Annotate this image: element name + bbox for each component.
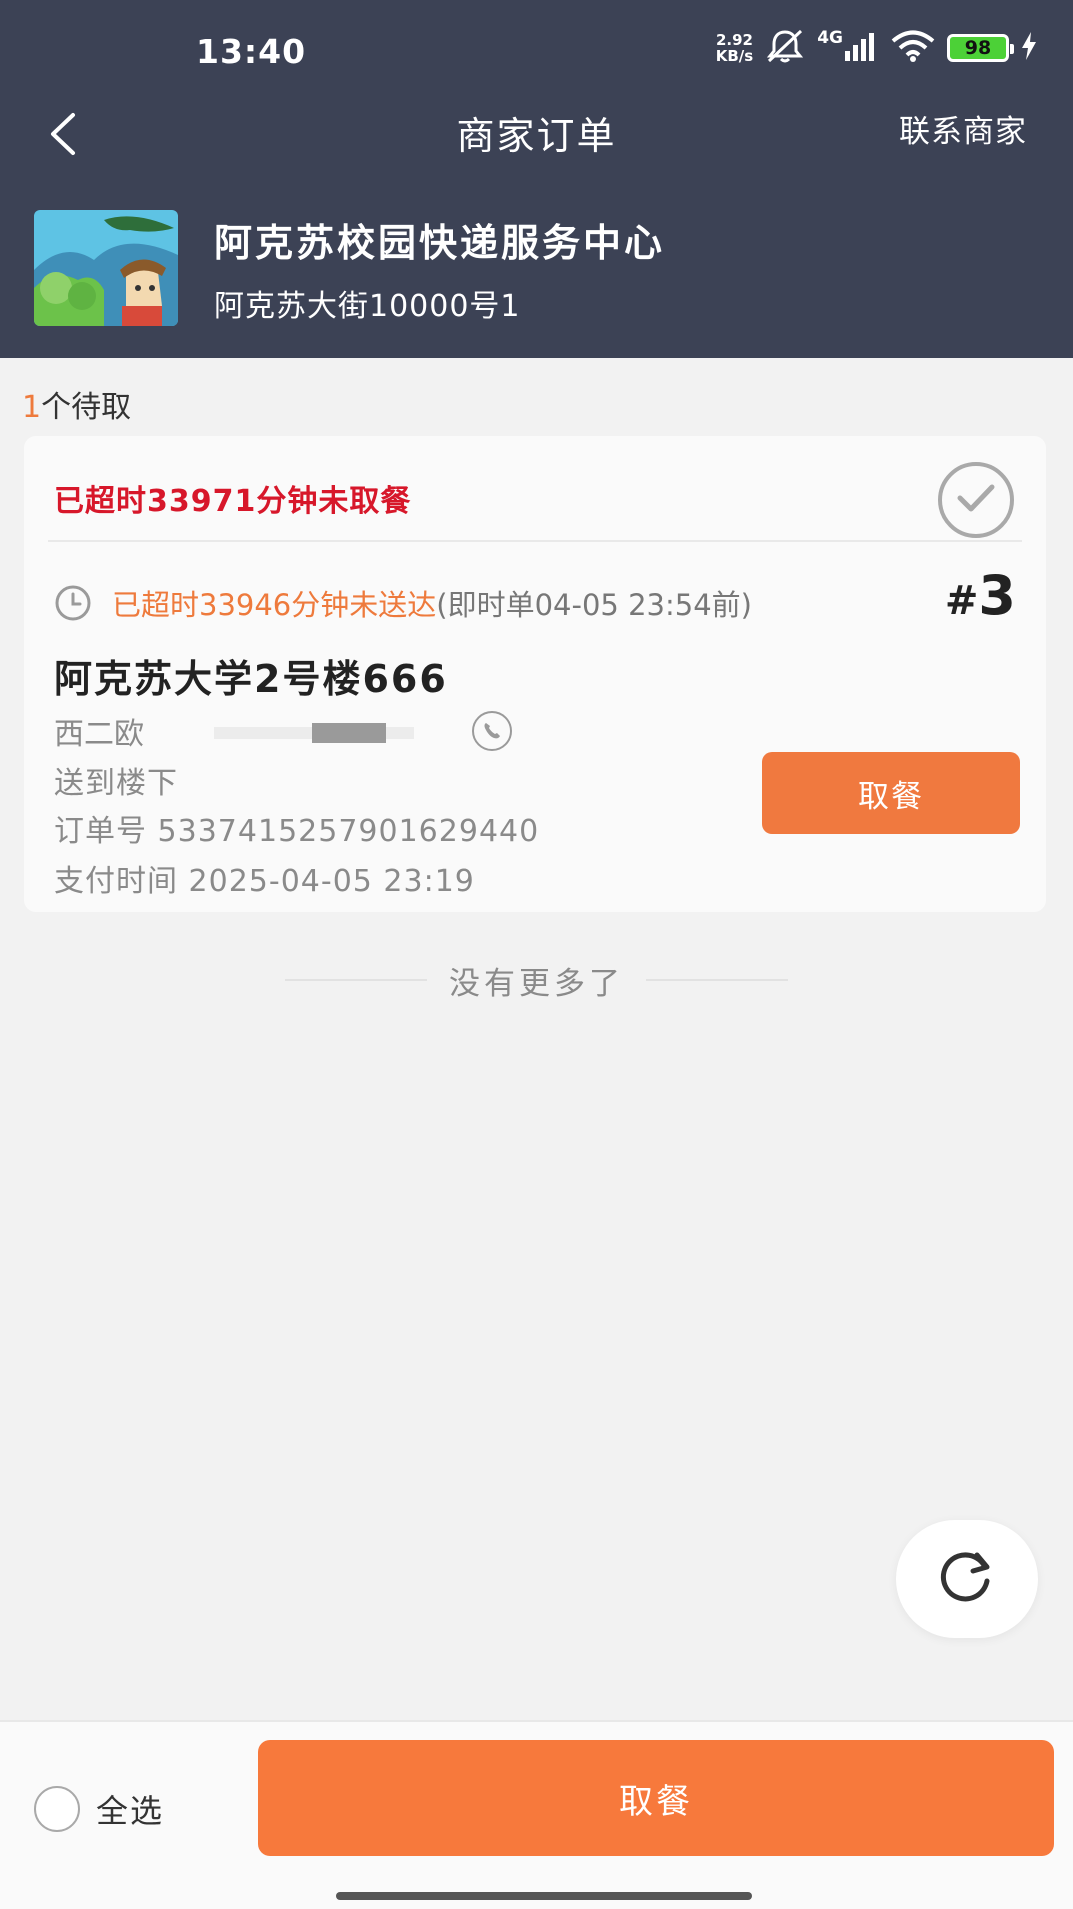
net-speed: 2.92 KB/s [716,32,753,64]
status-time: 13:40 [196,32,307,71]
overdue-delivery-warning: 已超时33946分钟未送达 [112,588,437,622]
list-end-indicator: 没有更多了 [0,958,1073,1002]
order-sequence-number: #3 [945,564,1016,627]
order-no-value: 5337415257901629440 [157,814,540,849]
pay-time-label: 支付时间 [54,864,178,899]
order-card: 已超时33971分钟未取餐 已超时33946分钟未送达 (即时单04-05 23… [24,436,1046,912]
order-number-line: 订单号 5337415257901629440 [54,806,539,850]
delivery-status-row: 已超时33946分钟未送达 (即时单04-05 23:54前) [54,580,752,626]
customer-name: 西二欧 [54,717,144,752]
list-end-line-right [646,979,788,981]
bottom-action-bar: 全选 取餐 [0,1720,1073,1909]
refresh-icon [937,1547,997,1611]
merchant-text: 阿克苏校园快递服务中心 阿克苏大街10000号1 [214,212,665,325]
card-divider [48,540,1022,542]
customer-row: 西二欧 [54,706,512,756]
delivery-address: 阿克苏大学2号楼666 [54,657,448,701]
pending-count-number: 1 [22,390,42,425]
masked-phone-number [214,721,414,743]
signal-icon [845,31,879,65]
select-all-radio[interactable] [34,1786,80,1832]
pending-count-label: 个待取 [41,390,132,425]
pay-time-value: 2025-04-05 23:19 [188,864,475,899]
order-number-value: 3 [978,564,1016,627]
call-customer-button[interactable] [472,711,512,751]
check-icon [956,483,996,517]
pay-time-line: 支付时间 2025-04-05 23:19 [54,856,475,900]
delivery-deadline: (即时单04-05 23:54前) [436,588,752,622]
header: 13:40 2.92 KB/s 4G 98 商家订单 联系商家 阿克苏校园快递服… [0,0,1073,358]
status-icons: 2.92 KB/s 4G 98 [716,28,1037,68]
nav-bar: 商家订单 联系商家 [0,100,1073,180]
select-all-label: 全选 [96,1792,165,1830]
merchant-name: 阿克苏校园快递服务中心 [214,220,666,265]
home-indicator[interactable] [336,1892,752,1900]
merchant-logo [34,210,178,326]
contact-merchant-button[interactable]: 联系商家 [899,100,1027,172]
mute-icon [765,28,805,68]
list-end-line-left [285,979,427,981]
pickup-button[interactable]: 取餐 [762,752,1020,834]
merchant-info: 阿克苏校园快递服务中心 阿克苏大街10000号1 [34,210,665,326]
pending-count: 1个待取 [22,382,131,426]
order-no-label: 订单号 [54,814,147,849]
list-end-text: 没有更多了 [449,965,624,1002]
delivery-note: 送到楼下 [54,766,178,801]
battery-icon: 98 [947,34,1014,62]
charging-icon [1021,32,1037,64]
batch-pickup-button[interactable]: 取餐 [258,1740,1054,1856]
status-bar: 13:40 2.92 KB/s 4G 98 [0,0,1073,100]
battery-level: 98 [964,37,992,59]
network-type: 4G [817,28,843,48]
select-all-toggle[interactable]: 全选 [34,1784,164,1834]
overdue-pickup-warning: 已超时33971分钟未取餐 [54,484,412,519]
order-select-checkbox[interactable] [938,462,1014,538]
net-speed-unit: KB/s [715,47,754,65]
order-number-hash: # [944,578,979,624]
refresh-button[interactable] [896,1520,1038,1638]
wifi-icon [891,30,935,66]
net-speed-value: 2.92 [715,31,753,49]
phone-icon [484,723,500,739]
clock-icon [54,584,92,622]
merchant-address: 阿克苏大街10000号1 [214,288,521,324]
